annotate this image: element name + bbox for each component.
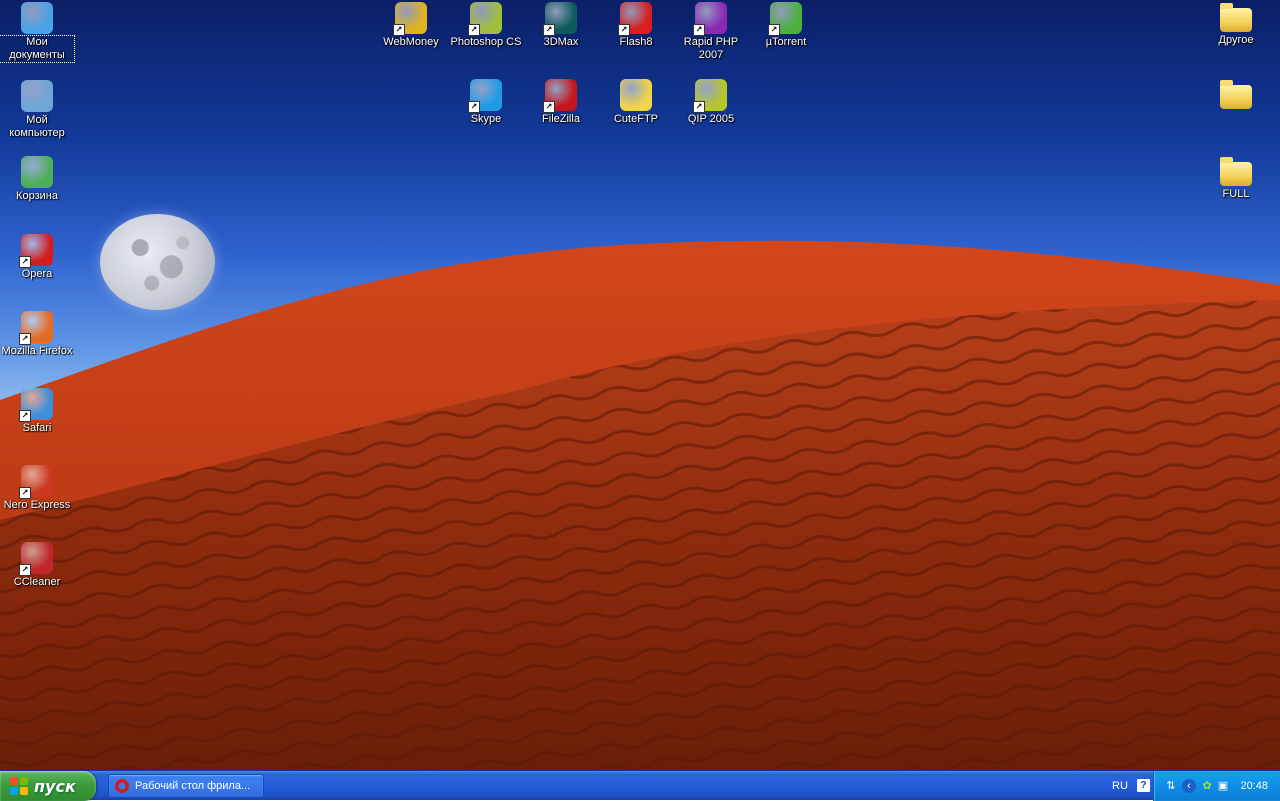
opera-icon: ↗ [19, 234, 53, 268]
shortcut-arrow-icon: ↗ [543, 101, 555, 113]
desktop-icon-label: QIP 2005 [687, 113, 735, 125]
taskbar-item-opera-window[interactable]: Рабочий стол фрила... [108, 774, 264, 798]
qip-icon: ↗ [693, 79, 727, 113]
help-icon[interactable]: ? [1137, 779, 1150, 792]
shortcut-arrow-icon: ↗ [468, 101, 480, 113]
desktop-icon-opera[interactable]: ↗ Opera [0, 234, 74, 281]
ccleaner-icon: ↗ [19, 542, 53, 576]
desktop-icon-safari[interactable]: ↗ Safari [0, 388, 74, 435]
shortcut-arrow-icon: ↗ [543, 24, 555, 36]
desktop-icon-label: Flash8 [619, 36, 653, 48]
shortcut-arrow-icon: ↗ [19, 333, 31, 345]
desktop-icon-ccleaner[interactable]: ↗ CCleaner [0, 542, 74, 589]
desktop-icon-nero-express[interactable]: ↗ Nero Express [0, 465, 74, 512]
shortcut-arrow-icon: ↗ [468, 24, 480, 36]
desktop-icon-my-computer[interactable]: Мой компьютер [0, 80, 74, 140]
folder-icon [1220, 3, 1252, 32]
desktop-icon-recycle-bin[interactable]: Корзина [0, 156, 74, 203]
photoshop-icon: ↗ [468, 2, 502, 36]
desktop-icon-label: Photoshop CS [450, 36, 522, 48]
start-label: пуск [34, 776, 76, 796]
desktop-icon-3dmax[interactable]: ↗ 3DMax [524, 2, 598, 49]
desktop-icon-label: Nero Express [3, 499, 71, 511]
taskbar: пуск Рабочий стол фрила... RU ? ⇅ ‹ ✿ ▣ … [0, 770, 1280, 801]
shortcut-arrow-icon: ↗ [618, 24, 630, 36]
folder-icon [1220, 157, 1252, 186]
wallpaper-moon [100, 214, 215, 310]
desktop-icon-my-documents[interactable]: Мои документы [0, 2, 75, 63]
3dmax-icon: ↗ [543, 2, 577, 36]
firefox-icon: ↗ [19, 311, 53, 345]
desktop-icon-label: WebMoney [383, 36, 439, 48]
desktop-icon-label: Safari [22, 422, 52, 434]
desktop-icon-rapid-php[interactable]: ↗ Rapid PHP 2007 [674, 2, 748, 62]
shortcut-arrow-icon: ↗ [19, 564, 31, 576]
desktop-icon-skype[interactable]: ↗ Skype [449, 79, 523, 126]
nero-express-icon: ↗ [19, 465, 53, 499]
shortcut-arrow-icon: ↗ [19, 410, 31, 422]
desktop-icon-qip[interactable]: ↗ QIP 2005 [674, 79, 748, 126]
desktop-icon-firefox[interactable]: ↗ Mozilla Firefox [0, 311, 74, 358]
desktop-icon-label: Другое [1218, 34, 1254, 46]
qip-tray-icon[interactable]: ✿ [1200, 779, 1214, 793]
display-icon[interactable]: ▣ [1216, 779, 1230, 793]
skype-icon: ↗ [468, 79, 502, 113]
start-button[interactable]: пуск [0, 771, 96, 801]
system-tray: ⇅ ‹ ✿ ▣ 20:48 [1153, 771, 1280, 801]
rapid-php-icon: ↗ [693, 2, 727, 36]
desktop-icon-label: Rapid PHP 2007 [683, 36, 739, 61]
desktop-icon-filezilla[interactable]: ↗ FileZilla [524, 79, 598, 126]
shortcut-arrow-icon: ↗ [768, 24, 780, 36]
shortcut-arrow-icon: ↗ [693, 24, 705, 36]
cuteftp-icon [620, 79, 652, 111]
flash-icon: ↗ [618, 2, 652, 36]
desktop-icon-folder[interactable]: FULL [1199, 156, 1273, 201]
desktop-icon-utorrent[interactable]: ↗ µTorrent [749, 2, 823, 49]
desktop-icon-label: Mozilla Firefox [1, 345, 73, 357]
my-documents-icon [21, 2, 53, 34]
desktop-icon-label: CuteFTP [613, 113, 658, 125]
shortcut-arrow-icon: ↗ [393, 24, 405, 36]
desktop-icon-label: FileZilla [542, 113, 580, 125]
shortcut-arrow-icon: ↗ [19, 487, 31, 499]
desktop-icon-photoshop[interactable]: ↗ Photoshop CS [449, 2, 523, 49]
desktop-icon-label: Skype [470, 113, 502, 125]
opera-icon [115, 779, 129, 793]
language-indicator[interactable]: RU [1106, 771, 1134, 801]
recycle-bin-icon [21, 156, 53, 188]
filezilla-icon: ↗ [543, 79, 577, 113]
my-computer-icon [21, 80, 53, 112]
desktop-icon-label: Мои документы [0, 35, 75, 63]
desktop[interactable]: Мои документы Мой компьютер Корзина ↗ Opera ↗… [0, 0, 1280, 770]
shortcut-arrow-icon: ↗ [693, 101, 705, 113]
desktop-icon-label: CCleaner [13, 576, 61, 588]
network-icon[interactable]: ⇅ [1164, 779, 1178, 793]
desktop-icon-label: Корзина [16, 190, 58, 202]
desktop-icon-cuteftp[interactable]: CuteFTP [599, 79, 673, 126]
shortcut-arrow-icon: ↗ [19, 256, 31, 268]
desktop-icon-label: FULL [1222, 188, 1250, 200]
desktop-icon-label: Мой компьютер [9, 114, 65, 139]
chevron-left-icon[interactable]: ‹ [1182, 779, 1196, 793]
utorrent-icon: ↗ [768, 2, 802, 36]
windows-logo-icon [10, 777, 28, 795]
desktop-icon-label: Opera [21, 268, 53, 280]
desktop-icon-folder[interactable]: Другое [1199, 2, 1273, 47]
desktop-icon-webmoney[interactable]: ↗ WebMoney [374, 2, 448, 49]
safari-icon: ↗ [19, 388, 53, 422]
desktop-icon-flash[interactable]: ↗ Flash8 [599, 2, 673, 49]
webmoney-icon: ↗ [393, 2, 427, 36]
clock[interactable]: 20:48 [1240, 771, 1268, 801]
folder-icon [1220, 80, 1252, 109]
desktop-icon-label: 3DMax [543, 36, 579, 48]
desktop-icon-label: µTorrent [765, 36, 807, 48]
taskbar-item-label: Рабочий стол фрила... [135, 780, 251, 792]
desktop-icon-folder[interactable] [1199, 79, 1273, 111]
